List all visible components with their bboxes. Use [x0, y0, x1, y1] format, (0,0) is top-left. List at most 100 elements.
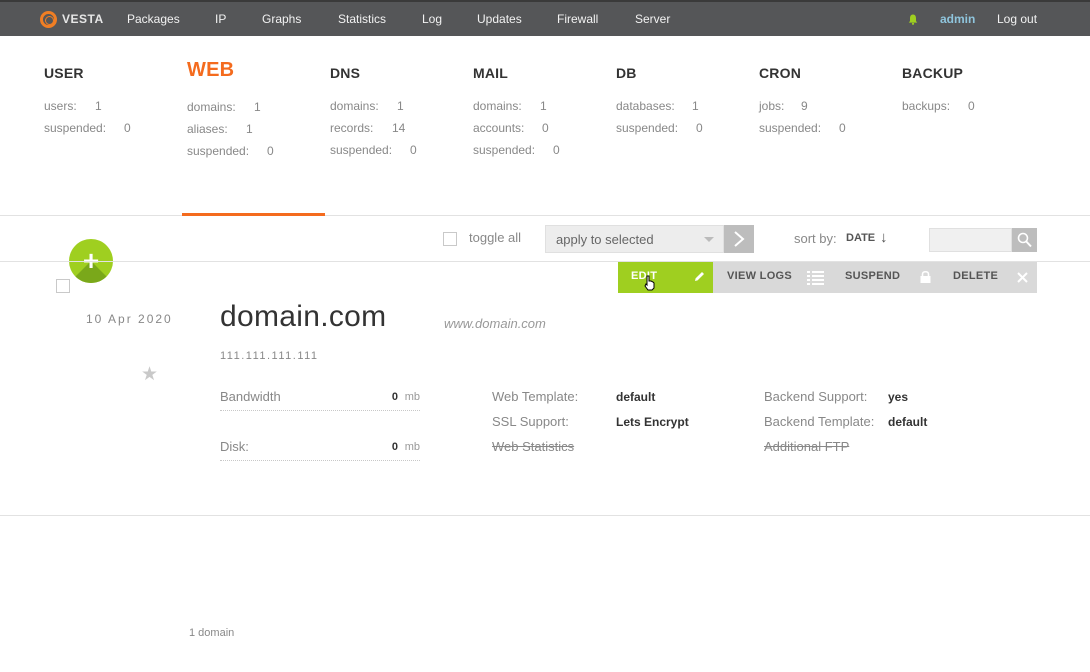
search-input[interactable]	[929, 228, 1012, 252]
bandwidth-unit: mb	[404, 391, 420, 403]
stat-value: 0	[410, 143, 417, 157]
search-button[interactable]	[1012, 228, 1037, 252]
stat-title-cron[interactable]: CRON	[759, 65, 801, 81]
stat-value: 1	[397, 99, 404, 113]
search-icon	[1017, 232, 1032, 248]
web-template-label: Web Template:	[492, 389, 579, 404]
stat-label: domains:	[473, 99, 522, 113]
stat-value: 0	[696, 121, 703, 135]
stat-label: suspended:	[187, 144, 250, 158]
stat-value: 0	[553, 143, 560, 157]
stat-label: domains:	[187, 100, 236, 114]
pencil-icon	[695, 272, 704, 281]
view-logs-button[interactable]: VIEW LOGS	[713, 262, 831, 293]
divider	[0, 515, 1090, 516]
stat-value: 9	[801, 99, 808, 113]
list-icon	[807, 271, 824, 285]
ssl-support-label: SSL Support:	[492, 414, 569, 429]
domain-count: 1 domain	[189, 627, 235, 639]
ssl-support-value: Lets Encrypt	[616, 415, 689, 429]
domain-date: 10 Apr 2020	[86, 312, 173, 326]
domain-name[interactable]: domain.com	[220, 300, 386, 334]
stat-title-user[interactable]: USER	[44, 65, 84, 81]
web-template-value: default	[616, 390, 656, 404]
nav-firewall[interactable]: Firewall	[557, 12, 598, 26]
stat-title-db[interactable]: DB	[616, 65, 637, 81]
vesta-logo-icon	[40, 10, 57, 28]
sort-label: sort by:	[794, 231, 837, 246]
notification-bell-icon[interactable]	[908, 14, 918, 25]
bandwidth-usage: Bandwidth 0 mb	[220, 387, 420, 411]
stat-value: 1	[95, 99, 102, 113]
domain-alias: www.domain.com	[444, 316, 546, 331]
nav-server[interactable]: Server	[635, 12, 670, 26]
backend-support-value: yes	[888, 390, 909, 404]
stat-value: 1	[692, 99, 699, 113]
bulk-action-value: apply to selected	[556, 232, 654, 247]
web-statistics-label: Web Statistics	[492, 439, 575, 454]
nav-ip[interactable]: IP	[215, 12, 226, 26]
toggle-all-checkbox[interactable]	[443, 232, 457, 246]
logo-text: VESTA	[62, 12, 104, 26]
additional-ftp-label: Additional FTP	[764, 439, 850, 454]
disk-value: 0	[391, 441, 398, 453]
stat-label: databases:	[616, 99, 675, 113]
disk-label: Disk:	[220, 439, 249, 454]
nav-statistics[interactable]: Statistics	[338, 12, 386, 26]
domain-ip: 111.111.111.111	[220, 350, 319, 362]
suspend-label: SUSPEND	[845, 270, 901, 282]
stat-value: 0	[542, 121, 549, 135]
stat-label: suspended:	[473, 143, 536, 157]
stat-value: 1	[246, 122, 253, 136]
delete-button[interactable]: DELETE	[940, 262, 1037, 293]
chevron-down-icon	[704, 237, 714, 242]
stat-title-web[interactable]: WEB	[187, 59, 234, 82]
top-navigation-bar: VESTA Packages IP Graphs Statistics Log …	[0, 0, 1090, 36]
backend-support-label: Backend Support:	[764, 389, 868, 404]
stat-label: aliases:	[187, 122, 228, 136]
bandwidth-label: Bandwidth	[220, 389, 281, 404]
bulk-action-select[interactable]: apply to selected	[545, 225, 724, 253]
close-icon	[1017, 272, 1028, 283]
stat-title-backup[interactable]: BACKUP	[902, 65, 963, 81]
logout-link[interactable]: Log out	[997, 12, 1037, 26]
stat-label: jobs:	[759, 99, 785, 113]
backend-template-value: default	[888, 415, 928, 429]
stat-label: domains:	[330, 99, 379, 113]
row-select-checkbox[interactable]	[56, 279, 70, 293]
nav-updates[interactable]: Updates	[477, 12, 522, 26]
stat-value: 0	[968, 99, 975, 113]
stat-label: suspended:	[330, 143, 393, 157]
toggle-all-label[interactable]: toggle all	[469, 230, 521, 245]
stat-title-mail[interactable]: MAIL	[473, 65, 508, 81]
sort-by-dropdown[interactable]: DATE	[846, 232, 875, 244]
nav-graphs[interactable]: Graphs	[262, 12, 301, 26]
star-icon[interactable]: ★	[141, 363, 158, 386]
stat-label: suspended:	[616, 121, 679, 135]
suspend-button[interactable]: SUSPEND	[831, 262, 940, 293]
stat-label: records:	[330, 121, 374, 135]
stat-label: suspended:	[759, 121, 822, 135]
active-tab-underline	[182, 213, 325, 216]
stat-label: suspended:	[44, 121, 107, 135]
lock-icon	[920, 270, 931, 283]
user-link[interactable]: admin	[940, 12, 975, 26]
bandwidth-value: 0	[391, 391, 398, 403]
stat-title-dns[interactable]: DNS	[330, 65, 360, 81]
disk-usage: Disk: 0 mb	[220, 437, 420, 461]
nav-log[interactable]: Log	[422, 12, 442, 26]
stat-label: backups:	[902, 99, 951, 113]
view-logs-label: VIEW LOGS	[727, 270, 793, 282]
sort-direction-icon[interactable]: ↓	[880, 229, 888, 246]
apply-button[interactable]	[724, 225, 754, 253]
stat-value: 1	[254, 100, 261, 114]
stat-value: 0	[267, 144, 274, 158]
nav-packages[interactable]: Packages	[127, 12, 180, 26]
stat-label: accounts:	[473, 121, 525, 135]
stat-value: 0	[839, 121, 846, 135]
vesta-logo[interactable]: VESTA	[40, 10, 104, 28]
edit-button[interactable]: EDIT	[618, 262, 713, 293]
backend-template-label: Backend Template:	[764, 414, 875, 429]
stat-value: 0	[124, 121, 131, 135]
disk-unit: mb	[404, 441, 420, 453]
